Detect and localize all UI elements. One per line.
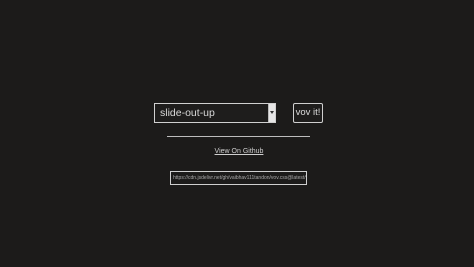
view-on-github-link[interactable]: View On Github <box>210 148 268 155</box>
chevron-down-icon <box>270 111 274 114</box>
select-dropdown-button[interactable] <box>268 104 275 122</box>
vov-it-button[interactable]: vov it! <box>293 103 323 123</box>
animation-select[interactable]: slide-out-up <box>154 103 276 123</box>
divider <box>167 136 310 137</box>
cdn-url-field[interactable]: https://cdn.jsdelivr.net/gh/vaibhav111ta… <box>170 171 307 185</box>
page: slide-out-up vov it! View On Github http… <box>0 0 474 267</box>
animation-select-value: slide-out-up <box>160 107 215 119</box>
cdn-url-text: https://cdn.jsdelivr.net/gh/vaibhav111ta… <box>173 175 306 181</box>
